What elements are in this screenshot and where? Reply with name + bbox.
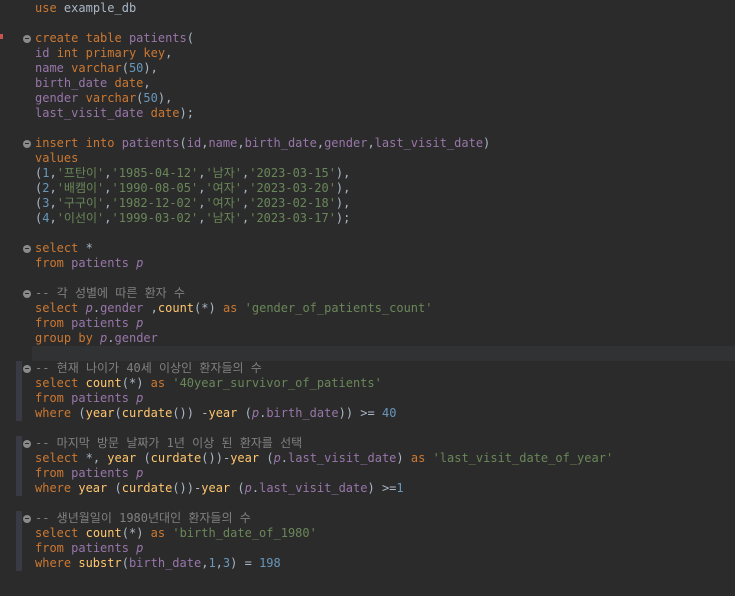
code-line[interactable]: where (year(curdate()) -year (p.birth_da… bbox=[35, 406, 396, 421]
code-line[interactable]: gender varchar(50), bbox=[35, 91, 172, 106]
current-line-highlight bbox=[32, 346, 735, 361]
code-line[interactable]: insert into patients(id,name,birth_date,… bbox=[35, 136, 490, 151]
code-line[interactable]: (4,'이선이','1999-03-02','남자','2023-03-17')… bbox=[35, 211, 350, 226]
error-marker bbox=[0, 34, 3, 39]
code-line[interactable]: where year (curdate())-year (p.last_visi… bbox=[35, 481, 404, 496]
code-line[interactable]: from patients p bbox=[35, 466, 143, 481]
code-line[interactable]: from patients p bbox=[35, 256, 143, 271]
fold-toggle-icon[interactable] bbox=[23, 34, 31, 43]
code-line[interactable]: from patients p bbox=[35, 316, 143, 331]
fold-toggle-icon[interactable] bbox=[23, 439, 31, 448]
statement-gutter-bar bbox=[16, 511, 22, 571]
code-line[interactable]: -- 현재 나이가 40세 이상인 환자들의 수 bbox=[35, 361, 262, 376]
fold-toggle-icon[interactable] bbox=[23, 364, 31, 373]
code-line[interactable]: name varchar(50), bbox=[35, 61, 158, 76]
code-line[interactable]: group by p.gender bbox=[35, 331, 158, 346]
code-line[interactable]: select *, year (curdate())-year (p.last_… bbox=[35, 451, 613, 466]
statement-gutter-bar bbox=[16, 436, 22, 496]
code-line[interactable]: from patients p bbox=[35, 391, 143, 406]
sql-editor[interactable]: use example_dbcreate table patients(id i… bbox=[0, 0, 735, 596]
code-line[interactable]: -- 생년월일이 1980년대인 환자들의 수 bbox=[35, 511, 251, 526]
statement-gutter-bar bbox=[16, 361, 22, 421]
code-line[interactable]: select * bbox=[35, 241, 93, 256]
code-line[interactable]: select count(*) as '40year_survivor_of_p… bbox=[35, 376, 382, 391]
code-line[interactable]: (3,'구구이','1982-12-02','여자','2023-02-18')… bbox=[35, 196, 350, 211]
code-line[interactable]: values bbox=[35, 151, 78, 166]
fold-toggle-icon[interactable] bbox=[23, 139, 31, 148]
code-line[interactable]: birth_date date, bbox=[35, 76, 151, 91]
code-line[interactable]: -- 각 성별에 따른 환자 수 bbox=[35, 286, 185, 301]
fold-toggle-icon[interactable] bbox=[23, 244, 31, 253]
code-line[interactable]: select count(*) as 'birth_date_of_1980' bbox=[35, 526, 317, 541]
code-line[interactable]: id int primary key, bbox=[35, 46, 172, 61]
code-line[interactable]: create table patients( bbox=[35, 31, 194, 46]
code-line[interactable]: last_visit_date date); bbox=[35, 106, 194, 121]
code-line[interactable]: select p.gender ,count(*) as 'gender_of_… bbox=[35, 301, 432, 316]
code-line[interactable]: use example_db bbox=[35, 1, 136, 16]
code-line[interactable]: -- 마지막 방문 날짜가 1년 이상 된 환자를 선택 bbox=[35, 436, 302, 451]
fold-toggle-icon[interactable] bbox=[23, 289, 31, 298]
fold-toggle-icon[interactable] bbox=[23, 514, 31, 523]
code-line[interactable]: (2,'배캠이','1990-08-05','여자','2023-03-20')… bbox=[35, 181, 350, 196]
code-line[interactable]: where substr(birth_date,1,3) = 198 bbox=[35, 556, 281, 571]
code-line[interactable]: (1,'프탄이','1985-04-12','남자','2023-03-15')… bbox=[35, 166, 350, 181]
code-line[interactable]: from patients p bbox=[35, 541, 143, 556]
